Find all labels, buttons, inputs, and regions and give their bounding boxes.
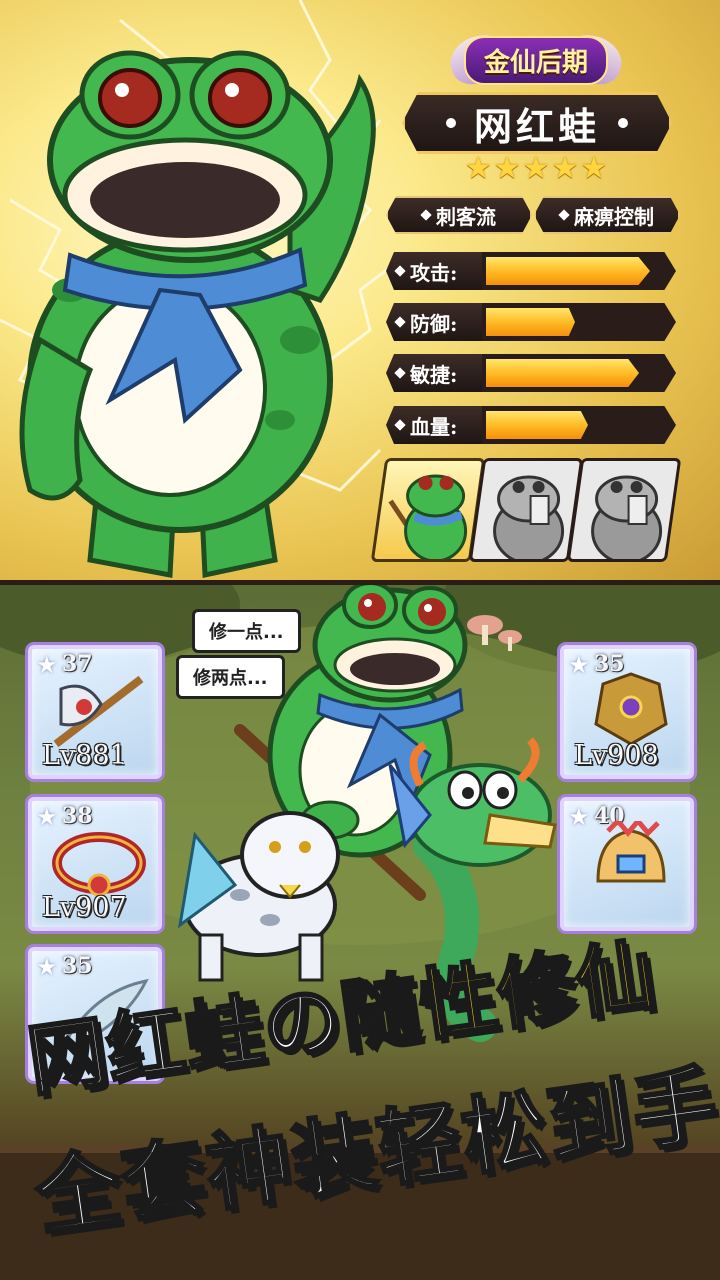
dot-icon — [445, 118, 456, 128]
axe-icon — [53, 675, 144, 748]
skin-thumb-selected[interactable] — [370, 458, 486, 562]
stat-bar-track — [482, 252, 676, 290]
diamond-icon — [558, 209, 570, 221]
star-icon: ★ — [493, 151, 521, 186]
equip-card-axe[interactable]: ★ 37 Lv881 — [28, 645, 162, 779]
rank-banner: 金仙后期 — [444, 27, 628, 91]
stat-label: 血量: — [386, 406, 486, 444]
skin-thumb-locked[interactable] — [468, 458, 584, 562]
stat-bar-fill — [486, 308, 575, 336]
equip-level: Lv908 — [574, 740, 659, 771]
equip-card-helmet[interactable]: ★ 40 — [560, 797, 694, 931]
diamond-icon — [394, 316, 406, 328]
stat-label: 敏捷: — [386, 354, 486, 392]
tag-skill: 麻痹控制 — [534, 196, 680, 234]
equip-level: Lv881 — [42, 740, 127, 771]
equip-level: Lv907 — [42, 892, 127, 923]
rank-label: 金仙后期 — [463, 35, 608, 85]
frog-hero-portrait — [19, 50, 376, 579]
stat-label-text: 攻击: — [410, 260, 458, 285]
star-icon: ★ — [551, 151, 579, 186]
locked-skin-icon — [591, 475, 663, 562]
stat-bar-track — [482, 354, 676, 392]
hero-name-plate: 网红蛙 — [402, 92, 672, 154]
frog-skin-icon — [388, 474, 468, 562]
stat-label-text: 敏捷: — [410, 362, 458, 387]
stat-label: 防御: — [386, 303, 486, 341]
star-icon: ★ — [464, 151, 492, 186]
stat-bar-fill — [486, 257, 650, 285]
stat-label-text: 防御: — [410, 311, 458, 336]
stat-bar-track — [482, 406, 676, 444]
speech-bubble: 修两点... — [176, 655, 285, 699]
locked-skin-icon — [493, 475, 565, 562]
star-rating: ★ ★ ★ ★ ★ — [456, 152, 616, 186]
hero-panel: 金仙后期 网红蛙 ★ ★ ★ ★ ★ 刺客流 麻痹控制 攻击: 防御: 敏捷: … — [0, 0, 720, 585]
tag-role: 刺客流 — [386, 196, 532, 234]
hero-name: 网红蛙 — [473, 103, 600, 149]
star-icon: ★ — [580, 151, 608, 186]
stat-bar-track — [482, 303, 676, 341]
stat-label-text: 血量: — [410, 414, 458, 439]
helmet-icon — [596, 821, 666, 883]
skin-thumb-locked[interactable] — [566, 458, 682, 562]
stat-label: 攻击: — [386, 252, 486, 290]
ring-icon — [52, 832, 146, 897]
speech-bubble: 修一点... — [192, 609, 301, 653]
equip-card-ring[interactable]: ★ 38 Lv907 — [28, 797, 162, 931]
tag-label: 刺客流 — [436, 204, 496, 229]
stat-bar-fill — [486, 359, 639, 387]
diamond-icon — [394, 419, 406, 431]
stat-bar-fill — [486, 411, 588, 439]
star-icon: ★ — [522, 151, 550, 186]
diamond-icon — [420, 209, 432, 221]
equip-card-armor[interactable]: ★ 35 Lv908 — [560, 645, 694, 779]
dot-icon — [618, 118, 628, 128]
diamond-icon — [394, 265, 406, 277]
tag-label: 麻痹控制 — [574, 204, 654, 229]
diamond-icon — [394, 367, 406, 379]
armor-icon — [594, 672, 668, 746]
